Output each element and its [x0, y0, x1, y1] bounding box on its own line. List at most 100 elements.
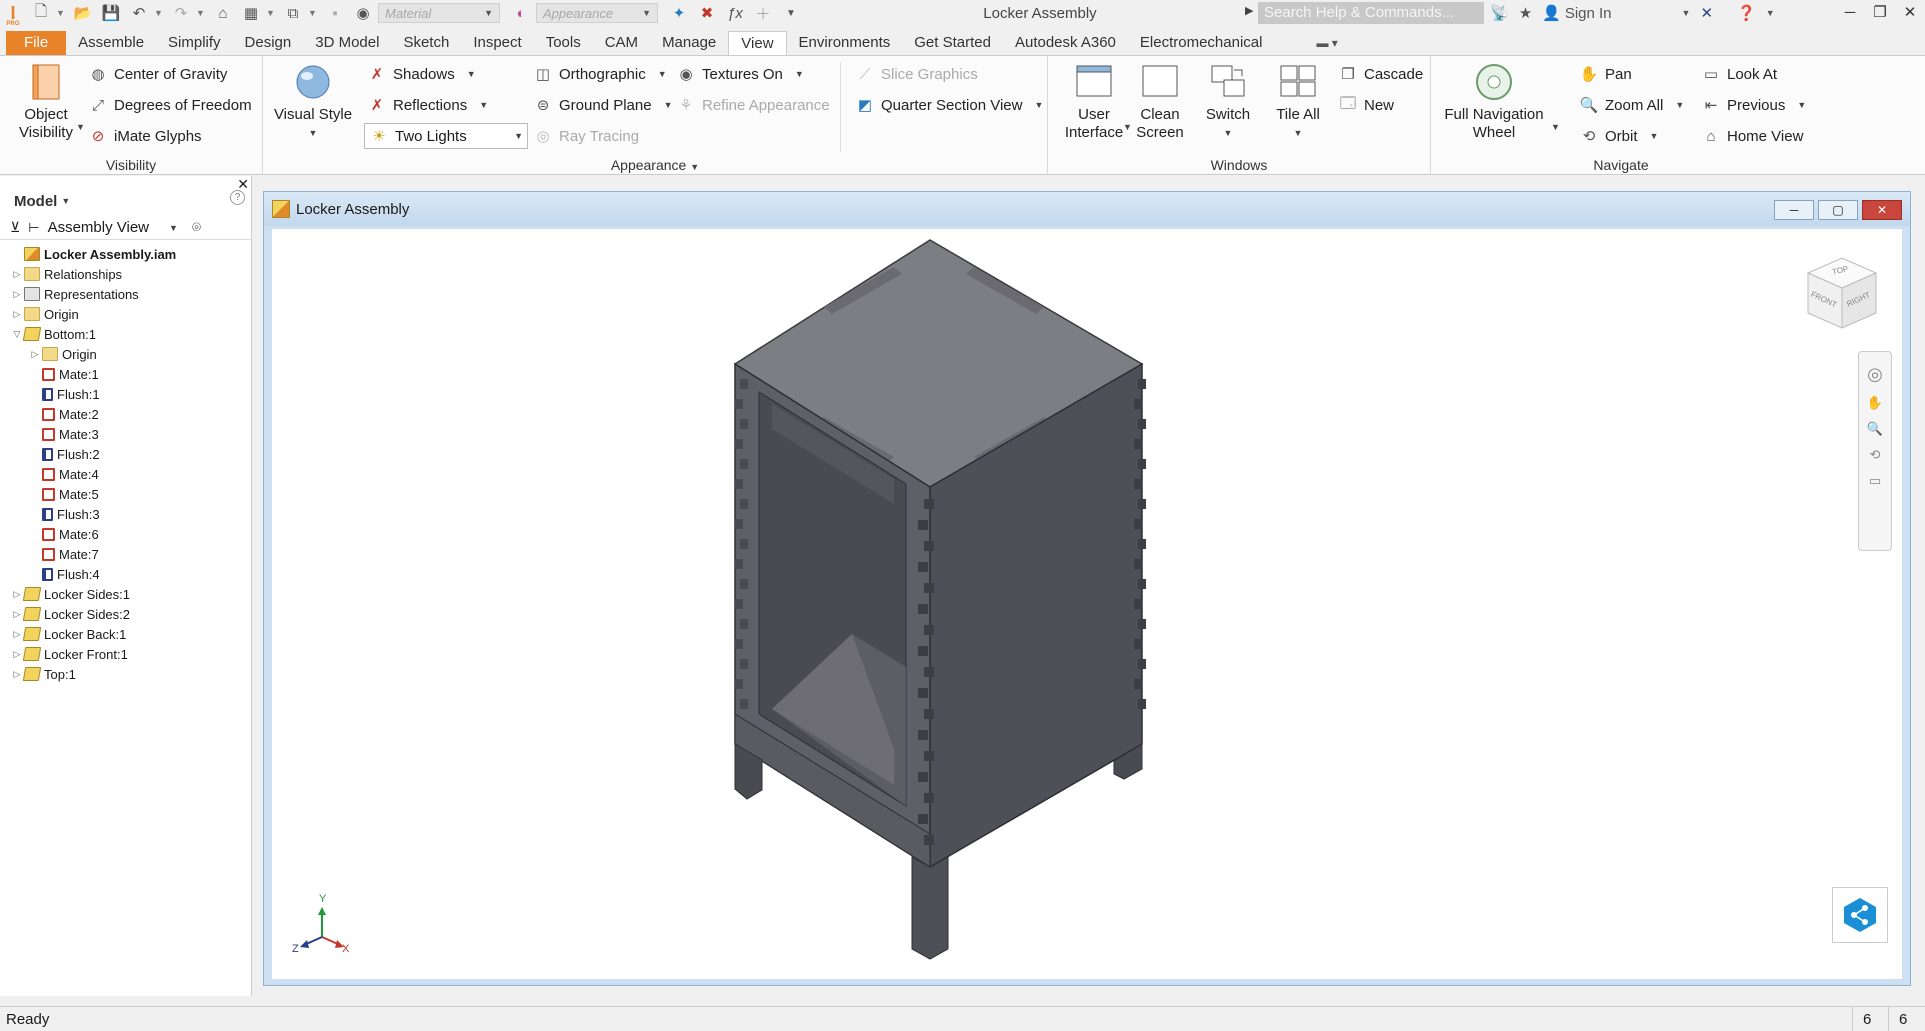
- customize-dropdown-icon[interactable]: ▼: [778, 2, 804, 24]
- tree-node[interactable]: ▷ Locker Front:1: [0, 644, 251, 664]
- close-icon[interactable]: ✕: [1895, 0, 1925, 26]
- shadows-button[interactable]: ✗ Shadows ▼: [367, 64, 476, 84]
- tab-sketch[interactable]: Sketch: [391, 31, 461, 55]
- doc-maximize-icon[interactable]: ▢: [1818, 200, 1858, 220]
- degrees-of-freedom-button[interactable]: ⤢ Degrees of Freedom: [88, 95, 252, 115]
- nav-look-at-icon[interactable]: ▭: [1869, 473, 1881, 489]
- browser-header-dropdown-icon[interactable]: ▼: [61, 196, 70, 206]
- share-button[interactable]: [1832, 887, 1888, 943]
- function-fx-icon[interactable]: ƒx: [722, 2, 748, 24]
- save-icon[interactable]: 💾: [98, 2, 124, 24]
- tab-assemble[interactable]: Assemble: [66, 31, 156, 55]
- expand-icon[interactable]: ▷: [28, 349, 42, 360]
- nav-orbit-icon[interactable]: ⟲: [1870, 447, 1881, 463]
- home-view-button[interactable]: ⌂ Home View: [1701, 126, 1803, 146]
- tree-node[interactable]: ▷ Origin: [0, 344, 251, 364]
- ground-plane-button[interactable]: ⊜ Ground Plane ▼: [533, 95, 673, 115]
- imate-glyphs-button[interactable]: ⊘ iMate Glyphs: [88, 126, 202, 146]
- switch-dropdown-icon[interactable]: ▼: [1224, 124, 1233, 142]
- sign-in-dropdown-icon[interactable]: ▼: [1682, 8, 1691, 18]
- tab-get-started[interactable]: Get Started: [902, 31, 1003, 55]
- assembly-view-dropdown-icon[interactable]: ▼: [169, 223, 178, 233]
- expand-icon[interactable]: ▷: [10, 609, 24, 620]
- redo-dropdown-icon[interactable]: ▼: [196, 8, 206, 18]
- tab-view[interactable]: View: [728, 31, 787, 55]
- image-icon[interactable]: ▦: [238, 2, 264, 24]
- tile-all-button[interactable]: Tile All ▼: [1266, 62, 1330, 142]
- visual-style-dropdown-icon[interactable]: ▼: [309, 124, 318, 142]
- minimize-icon[interactable]: ─: [1835, 0, 1865, 26]
- tree-node[interactable]: ▷ Locker Sides:1: [0, 584, 251, 604]
- viewcube[interactable]: TOP FRONT RIGHT: [1802, 253, 1882, 336]
- tab-cam[interactable]: CAM: [593, 31, 650, 55]
- user-interface-button[interactable]: User Interface: [1056, 62, 1132, 142]
- tree-node[interactable]: Flush:4: [0, 564, 251, 584]
- update-dropdown-icon[interactable]: ▼: [308, 8, 318, 18]
- expand-icon[interactable]: ▷: [10, 269, 24, 280]
- restore-icon[interactable]: ❐: [1865, 0, 1895, 26]
- tab-file[interactable]: File: [6, 31, 67, 55]
- tile-all-dropdown-icon[interactable]: ▼: [1294, 124, 1303, 142]
- lighting-style-select[interactable]: ☀ Two Lights ▼: [364, 123, 528, 149]
- satellite-icon[interactable]: 📡: [1490, 4, 1509, 22]
- tree-node[interactable]: ▷ Relationships: [0, 264, 251, 284]
- shadows-dropdown-icon[interactable]: ▼: [467, 69, 476, 79]
- open-folder-icon[interactable]: 📂: [70, 2, 96, 24]
- expand-icon[interactable]: ▷: [10, 289, 24, 300]
- update-icon[interactable]: ⧉: [280, 2, 306, 24]
- help-icon[interactable]: ❓: [1737, 4, 1756, 22]
- filter-icon[interactable]: ⊻: [10, 219, 20, 236]
- tab-3d-model[interactable]: 3D Model: [303, 31, 391, 55]
- object-visibility-button[interactable]: Object Visibility: [14, 62, 78, 142]
- tree-node[interactable]: Flush:2: [0, 444, 251, 464]
- ground-plane-dropdown-icon[interactable]: ▼: [664, 100, 673, 110]
- tab-autodesk-a360[interactable]: Autodesk A360: [1003, 31, 1128, 55]
- full-nav-dropdown-icon[interactable]: ▼: [1551, 122, 1560, 132]
- image-dropdown-icon[interactable]: ▼: [266, 8, 276, 18]
- appearance-combo[interactable]: Appearance ▼: [536, 3, 658, 23]
- tab-inspect[interactable]: Inspect: [461, 31, 533, 55]
- tree-node[interactable]: ▷ Origin: [0, 304, 251, 324]
- ribbon-options-icon[interactable]: ▬ ▾: [1304, 31, 1349, 55]
- tree-node[interactable]: Flush:3: [0, 504, 251, 524]
- expand-icon[interactable]: ▷: [10, 589, 24, 600]
- find-binoculars-icon[interactable]: ⌾: [192, 219, 201, 236]
- undo-icon[interactable]: ↶: [126, 2, 152, 24]
- clean-screen-button[interactable]: Clean Screen: [1130, 62, 1190, 142]
- appearance-group-label[interactable]: Appearance ▼: [263, 157, 1047, 173]
- tree-node[interactable]: ▷ Representations: [0, 284, 251, 304]
- visual-style-button[interactable]: Visual Style ▼: [273, 62, 353, 142]
- browser-help-icon[interactable]: ?: [230, 190, 245, 205]
- quarter-section-dropdown-icon[interactable]: ▼: [1034, 100, 1043, 110]
- user-icon[interactable]: 👤: [1542, 4, 1561, 22]
- orthographic-dropdown-icon[interactable]: ▼: [658, 69, 667, 79]
- home-icon[interactable]: ⌂: [210, 2, 236, 24]
- look-at-button[interactable]: ▭ Look At: [1701, 64, 1777, 84]
- quarter-section-view-button[interactable]: ◩ Quarter Section View ▼: [855, 95, 1043, 115]
- material-sphere-icon[interactable]: ◉: [350, 2, 376, 24]
- tree-node[interactable]: Mate:2: [0, 404, 251, 424]
- select-icon[interactable]: ▪: [322, 2, 348, 24]
- document-title-bar[interactable]: Locker Assembly: [264, 192, 1910, 226]
- zoom-all-button[interactable]: 🔍 Zoom All ▼: [1579, 95, 1685, 115]
- tab-tools[interactable]: Tools: [534, 31, 593, 55]
- collapse-icon[interactable]: ▽: [10, 329, 24, 340]
- nav-pan-icon[interactable]: ✋: [1867, 395, 1883, 411]
- tree-node[interactable]: ▽ Bottom:1: [0, 324, 251, 344]
- orbit-button[interactable]: ⟲ Orbit ▼: [1579, 126, 1659, 146]
- tree-node[interactable]: ▷ Locker Sides:2: [0, 604, 251, 624]
- cascade-button[interactable]: ❐ Cascade: [1338, 64, 1423, 84]
- tab-design[interactable]: Design: [233, 31, 304, 55]
- tab-electromechanical[interactable]: Electromechanical: [1128, 31, 1275, 55]
- switch-button[interactable]: Switch ▼: [1198, 62, 1258, 142]
- tree-node[interactable]: Mate:3: [0, 424, 251, 444]
- doc-minimize-icon[interactable]: ─: [1774, 200, 1814, 220]
- plus-icon[interactable]: ＋: [750, 2, 776, 24]
- tree-node[interactable]: Mate:6: [0, 524, 251, 544]
- inventor-logo-icon[interactable]: I PRO: [0, 2, 26, 28]
- tab-simplify[interactable]: Simplify: [156, 31, 233, 55]
- pan-button[interactable]: ✋ Pan: [1579, 64, 1632, 84]
- clear-appearance-icon[interactable]: ✖: [694, 2, 720, 24]
- reflections-button[interactable]: ✗ Reflections ▼: [367, 95, 488, 115]
- orbit-dropdown-icon[interactable]: ▼: [1650, 131, 1659, 141]
